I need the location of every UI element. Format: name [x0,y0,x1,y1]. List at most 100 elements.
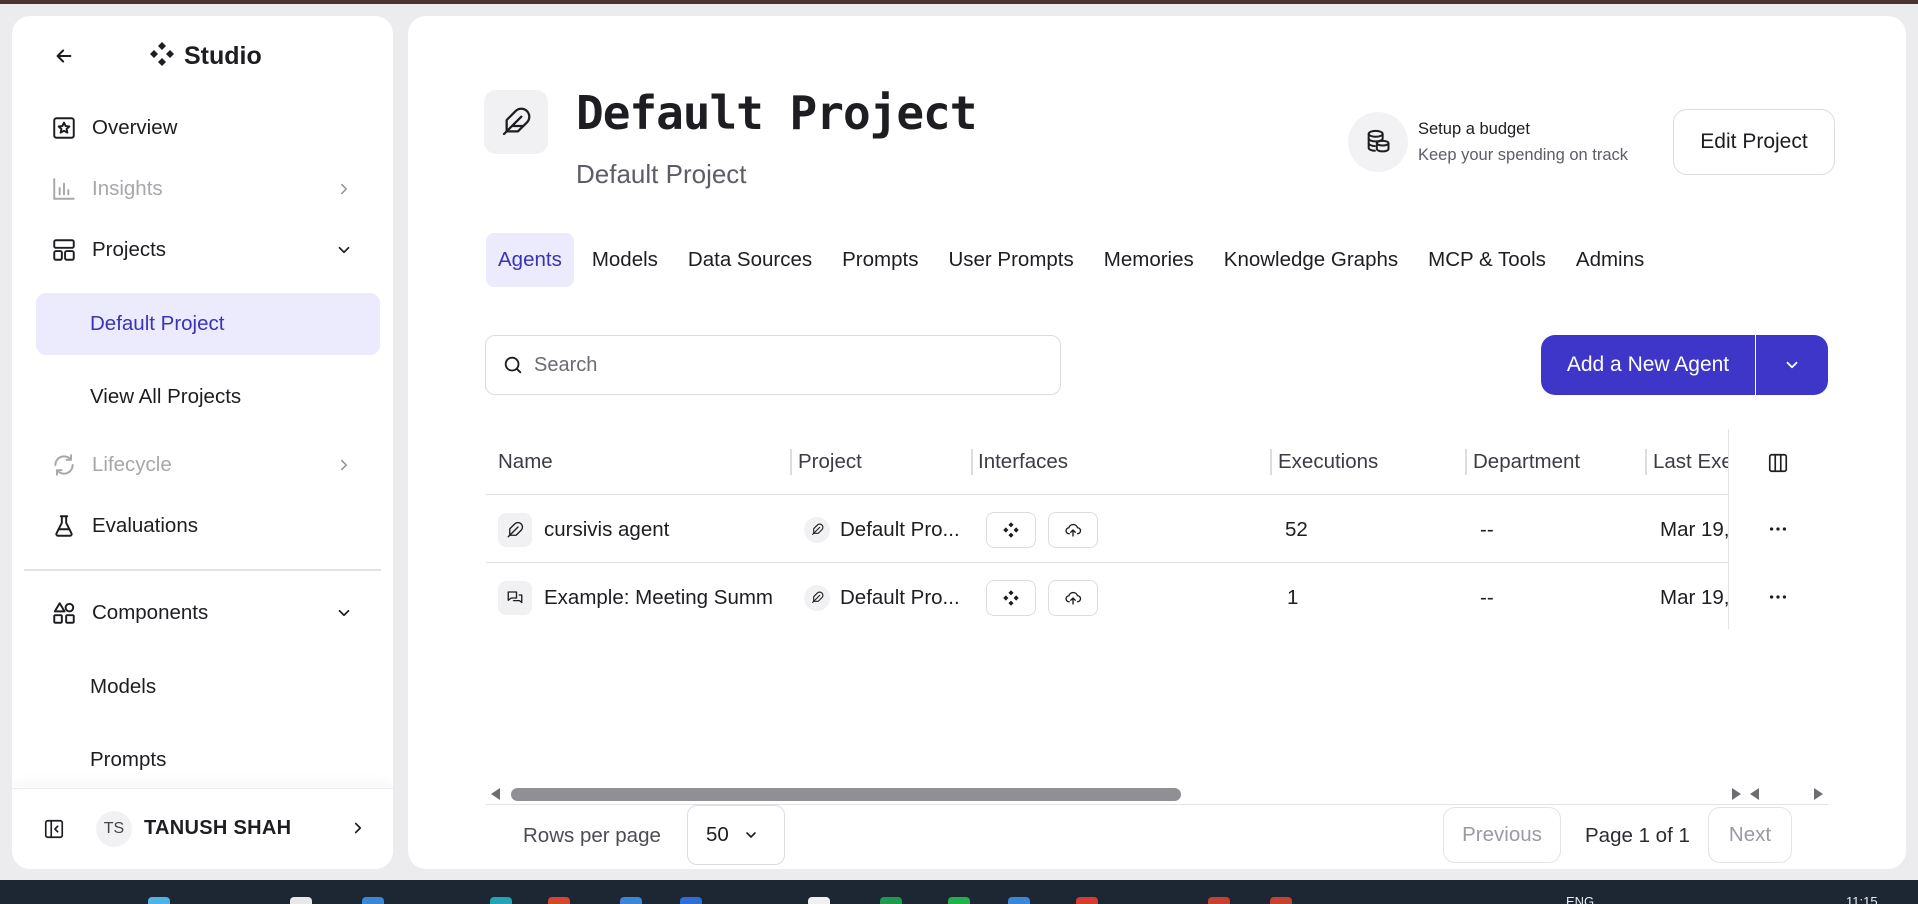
column-header-name[interactable]: Name [498,429,778,495]
chevron-right-icon[interactable] [349,819,367,842]
edit-project-button[interactable]: Edit Project [1673,109,1835,175]
next-page-button[interactable]: Next [1708,807,1792,863]
studio-interface-icon[interactable] [986,511,1036,548]
rows-per-page-select[interactable]: 50 [687,805,785,865]
scroll-right-arrow[interactable] [1814,788,1823,800]
cell-department: -- [1480,517,1494,541]
sidebar-item-prompts[interactable]: Prompts [36,729,380,791]
app-icon[interactable] [362,897,384,904]
chevron-down-icon [743,827,759,843]
nav-insights-label: Insights [92,177,163,200]
chevron-down-icon [334,240,354,260]
search-input[interactable] [534,353,1034,377]
table-header: Name Project Interfaces Executions Depar… [486,429,1828,495]
budget-title: Setup a budget [1418,120,1530,138]
app-icon[interactable] [880,897,902,904]
cloud-upload-icon[interactable] [1048,579,1098,616]
app-icon[interactable] [948,897,970,904]
tab-admins[interactable]: Admins [1564,233,1656,287]
tab-knowledge-graphs[interactable]: Knowledge Graphs [1212,233,1410,287]
avatar[interactable]: TS [96,811,132,847]
columns-icon[interactable] [1762,447,1794,479]
nav-lifecycle[interactable]: Lifecycle [28,440,380,490]
projects-icon [50,236,78,264]
project-name: Default Pro... [840,517,960,541]
bar-chart-icon [50,175,78,203]
scroll-right-arrow[interactable] [1732,788,1741,800]
add-new-agent-button[interactable]: Add a New Agent [1541,335,1755,395]
sidebar-item-view-all-projects[interactable]: View All Projects [36,366,380,428]
column-header-executions[interactable]: Executions [1278,429,1458,495]
column-resizer[interactable] [1270,449,1272,475]
feather-icon [484,90,548,154]
language-indicator[interactable]: ENG [1566,894,1594,904]
tab-user-prompts[interactable]: User Prompts [936,233,1085,287]
back-arrow-icon[interactable] [50,42,78,70]
tab-models[interactable]: Models [580,233,670,287]
app-icon[interactable] [620,897,642,904]
setup-budget-button[interactable]: Setup a budget Keep your spending on tra… [1348,112,1628,172]
scroll-left-arrow[interactable] [491,788,500,800]
studio-interface-icon[interactable] [986,579,1036,616]
column-resizer[interactable] [1645,449,1647,475]
sidebar-item-models[interactable]: Models [36,656,380,718]
app-name: Studio [184,42,262,70]
chat-icon [498,580,532,615]
studio-logo[interactable]: Studio [148,40,262,73]
app-icon[interactable] [290,897,312,904]
app-icon[interactable] [808,897,830,904]
clock[interactable]: 11:15 [1846,894,1878,904]
cloud-upload-icon[interactable] [1048,511,1098,548]
more-options-icon[interactable] [1762,581,1794,613]
sidebar-item-label: View All Projects [90,385,242,408]
feather-icon [498,512,532,547]
cell-project: Default Pro... [804,564,966,629]
agent-name[interactable]: cursivis agent [544,518,669,542]
horizontal-scrollbar[interactable] [486,784,1828,805]
tab-agents[interactable]: Agents [486,233,574,287]
column-resizer[interactable] [1465,449,1467,475]
cell-project: Default Pro... [804,496,966,563]
scroll-left-arrow[interactable] [1750,788,1759,800]
app-icon[interactable] [548,897,570,904]
sidebar-item-label: Prompts [90,748,167,771]
tab-data-sources[interactable]: Data Sources [676,233,824,287]
app-icon[interactable] [1270,897,1292,904]
column-resizer[interactable] [971,449,973,475]
app-icon[interactable] [680,897,702,904]
column-header-interfaces[interactable]: Interfaces [978,429,1258,495]
sidebar-item-default-project[interactable]: Default Project [36,293,380,355]
nav-insights[interactable]: Insights [28,164,380,214]
more-options-icon[interactable] [1762,513,1794,545]
nav-projects[interactable]: Projects [28,225,380,275]
collapse-sidebar-icon[interactable] [40,815,68,843]
add-agent-dropdown-button[interactable] [1756,335,1828,395]
nav-overview[interactable]: Overview [28,103,380,153]
agent-name[interactable]: Example: Meeting Summ [544,586,773,610]
tab-mcp-tools[interactable]: MCP & Tools [1416,233,1558,287]
nav-evaluations[interactable]: Evaluations [28,501,380,551]
nav-lifecycle-label: Lifecycle [92,453,172,476]
search-box [485,335,1061,395]
cell-interfaces [986,564,1266,629]
user-name[interactable]: TANUSH SHAH [144,817,291,840]
app-icon[interactable] [1008,897,1030,904]
shapes-icon [50,599,78,627]
column-header-department[interactable]: Department [1473,429,1643,495]
app-icon[interactable] [1208,897,1230,904]
sidebar-item-label: Models [90,675,157,698]
app-icon[interactable] [1076,897,1098,904]
table-row[interactable]: Example: Meeting Summ Default Pro... 1 -… [486,564,1828,629]
app-icon[interactable] [490,897,512,904]
table-row[interactable]: cursivis agent Default Pro... 52 -- Mar … [486,496,1828,563]
column-resizer[interactable] [790,449,792,475]
tab-memories[interactable]: Memories [1092,233,1206,287]
previous-page-button[interactable]: Previous [1443,807,1561,863]
sidebar-divider [24,569,381,571]
tab-prompts[interactable]: Prompts [830,233,930,287]
scrollbar-thumb[interactable] [511,788,1181,801]
column-header-last-execution[interactable]: Last Execu [1653,429,1733,495]
start-icon[interactable] [148,897,170,904]
nav-components[interactable]: Components [28,588,380,638]
column-header-project[interactable]: Project [798,429,958,495]
